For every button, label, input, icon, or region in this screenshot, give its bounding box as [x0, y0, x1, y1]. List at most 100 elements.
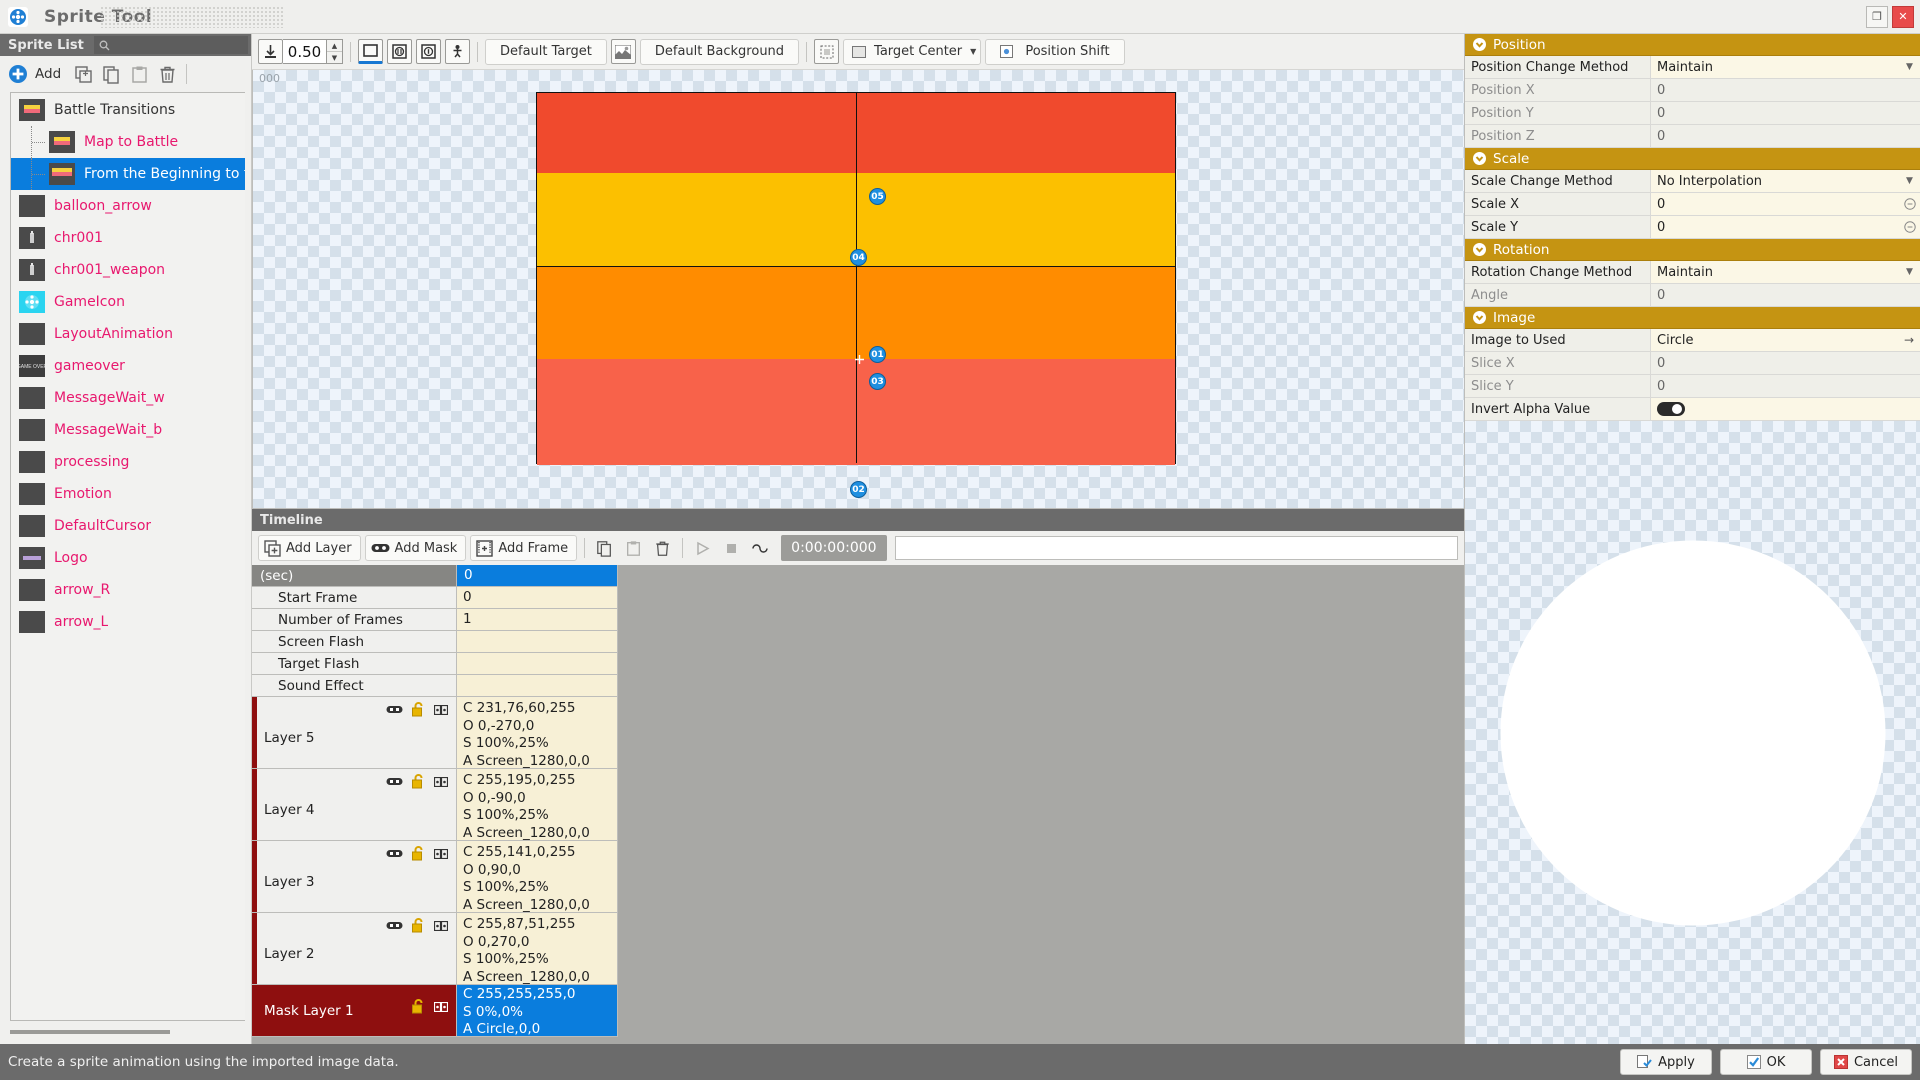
collapse-icon[interactable] [1473, 311, 1486, 324]
property-row-scale-change-method[interactable]: Scale Change Method No Interpolation ▼ [1465, 170, 1920, 193]
keyframe-marker-05[interactable]: 05 [869, 188, 886, 205]
default-target-button[interactable]: Default Target [485, 39, 607, 65]
group-header-image[interactable]: Image [1465, 307, 1920, 329]
actor-icon[interactable] [445, 39, 470, 64]
play-icon[interactable] [690, 536, 715, 561]
paste-icon[interactable] [127, 62, 151, 86]
collapse-icon[interactable] [1473, 38, 1486, 51]
apply-button[interactable]: Apply [1620, 1049, 1712, 1075]
group-header-scale[interactable]: Scale [1465, 148, 1920, 170]
property-value[interactable]: 0 [1651, 193, 1920, 215]
layer-value[interactable]: C 231,76,60,255 O 0,-270,0 S 100%,25% A … [457, 697, 618, 768]
restore-button[interactable]: ❐ [1866, 6, 1888, 28]
list-item[interactable]: LayoutAnimation [11, 318, 245, 350]
list-item[interactable]: chr001 [11, 222, 245, 254]
duplicate-icon[interactable] [71, 62, 95, 86]
row-value[interactable]: 0 [457, 587, 618, 608]
mask-layer-value[interactable]: C 255,255,255,0 S 0%,0% A Circle,0,0 [457, 985, 618, 1036]
list-item[interactable]: MessageWait_b [11, 414, 245, 446]
timeline-layer-row[interactable]: Layer 2 C 255,87,51,255 O 0,270,0 S 100%… [252, 913, 618, 985]
delete-icon[interactable] [650, 536, 675, 561]
lock-open-icon[interactable] [412, 774, 425, 789]
chevron-down-icon[interactable]: ▼ [1903, 265, 1916, 278]
property-row-angle[interactable]: Angle 0 [1465, 284, 1920, 307]
property-row-scale-y[interactable]: Scale Y 0 [1465, 216, 1920, 239]
property-value[interactable]: No Interpolation ▼ [1651, 170, 1920, 192]
list-item[interactable]: DefaultCursor [11, 510, 245, 542]
layer-name-cell[interactable]: Layer 3 [252, 841, 457, 912]
property-row-position-x[interactable]: Position X 0 [1465, 79, 1920, 102]
timeline-layer-row[interactable]: Layer 5 C 231,76,60,255 O 0,-270,0 S 100… [252, 697, 618, 769]
timeline-layer-row[interactable]: Layer 4 C 255,195,0,255 O 0,-90,0 S 100%… [252, 769, 618, 841]
property-value[interactable]: 0 [1651, 125, 1920, 147]
cancel-button[interactable]: Cancel [1820, 1049, 1912, 1075]
add-sprite-button[interactable]: Add [6, 62, 67, 86]
list-item[interactable]: Battle Transitions [11, 94, 245, 126]
link-icon[interactable] [434, 849, 448, 859]
timeline-frame-value[interactable]: 0 [457, 565, 618, 586]
sprite-list-container[interactable]: Battle Transitions Map to Battle [10, 92, 245, 1021]
timeline-row-screen-flash[interactable]: Screen Flash [252, 631, 618, 653]
collapse-icon[interactable] [1473, 152, 1486, 165]
list-item[interactable]: processing [11, 446, 245, 478]
collapse-icon[interactable] [1473, 243, 1486, 256]
loop-icon[interactable] [748, 536, 773, 561]
layer-name-cell[interactable]: Layer 4 [252, 769, 457, 840]
copy-icon[interactable] [99, 62, 123, 86]
mask-layer-name-cell[interactable]: Mask Layer 1 [252, 985, 457, 1036]
stepper-icon[interactable] [1903, 220, 1916, 233]
row-value[interactable] [457, 675, 618, 696]
property-value[interactable]: 0 [1651, 216, 1920, 238]
lock-open-icon[interactable] [412, 702, 425, 717]
lock-open-icon[interactable] [412, 999, 425, 1014]
property-row-invert-alpha-value[interactable]: Invert Alpha Value [1465, 398, 1920, 421]
scrollbar-thumb[interactable] [10, 1030, 170, 1034]
property-value[interactable]: 0 [1651, 375, 1920, 397]
list-item[interactable]: GAME OVER gameover [11, 350, 245, 382]
arrow-right-icon[interactable]: → [1904, 333, 1914, 347]
property-row-image-to-used[interactable]: Image to Used Circle → [1465, 329, 1920, 352]
visibility-icon[interactable] [386, 849, 403, 858]
keyframe-marker-01[interactable]: 01 [869, 346, 886, 363]
link-icon[interactable] [434, 921, 448, 931]
list-item-selected[interactable]: From the Beginning to th [11, 158, 245, 190]
visibility-icon[interactable] [386, 705, 403, 714]
row-value[interactable] [457, 653, 618, 674]
close-button[interactable]: ✕ [1892, 6, 1914, 28]
add-frame-button[interactable]: Add Frame [470, 535, 577, 561]
timeline-mask-layer-row[interactable]: Mask Layer 1 C 255,255,255,0 S 0%,0% A C… [252, 985, 618, 1037]
background-image-icon[interactable] [611, 39, 636, 64]
list-item[interactable]: arrow_L [11, 606, 245, 638]
property-value[interactable]: Maintain ▼ [1651, 261, 1920, 283]
layer-name-cell[interactable]: Layer 2 [252, 913, 457, 984]
layer-value[interactable]: C 255,195,0,255 O 0,-90,0 S 100%,25% A S… [457, 769, 618, 840]
property-row-position-change-method[interactable]: Position Change Method Maintain ▼ [1465, 56, 1920, 79]
fit-to-screen-icon[interactable] [258, 39, 283, 64]
chevron-down-icon[interactable]: ▼ [970, 47, 976, 56]
zoom-control[interactable]: 0.50 ▲ ▼ [258, 39, 343, 64]
list-item[interactable]: GameIcon [11, 286, 245, 318]
list-item[interactable]: MessageWait_w [11, 382, 245, 414]
property-row-slice-x[interactable]: Slice X 0 [1465, 352, 1920, 375]
paste-icon[interactable] [621, 536, 646, 561]
chevron-down-icon[interactable]: ▼ [1903, 174, 1916, 187]
property-row-rotation-change-method[interactable]: Rotation Change Method Maintain ▼ [1465, 261, 1920, 284]
layer-name-cell[interactable]: Layer 5 [252, 697, 457, 768]
property-row-scale-x[interactable]: Scale X 0 [1465, 193, 1920, 216]
zoom-stepper[interactable]: ▲ ▼ [327, 39, 343, 64]
visibility-icon[interactable] [386, 921, 403, 930]
lock-open-icon[interactable] [412, 918, 425, 933]
stepper-icon[interactable] [1903, 197, 1916, 210]
timeline-track-area[interactable] [618, 565, 1464, 1044]
group-header-position[interactable]: Position [1465, 34, 1920, 56]
list-item[interactable]: Logo [11, 542, 245, 574]
lock-open-icon[interactable] [412, 846, 425, 861]
add-mask-button[interactable]: Add Mask [365, 535, 467, 561]
timeline-row-number-of-frames[interactable]: Number of Frames 1 [252, 609, 618, 631]
sprite-list-hscrollbar[interactable] [10, 1024, 245, 1040]
row-value[interactable]: 1 [457, 609, 618, 630]
row-value[interactable] [457, 631, 618, 652]
list-item[interactable]: Map to Battle [11, 126, 245, 158]
property-value[interactable]: 0 [1651, 352, 1920, 374]
property-value[interactable]: 0 [1651, 284, 1920, 306]
